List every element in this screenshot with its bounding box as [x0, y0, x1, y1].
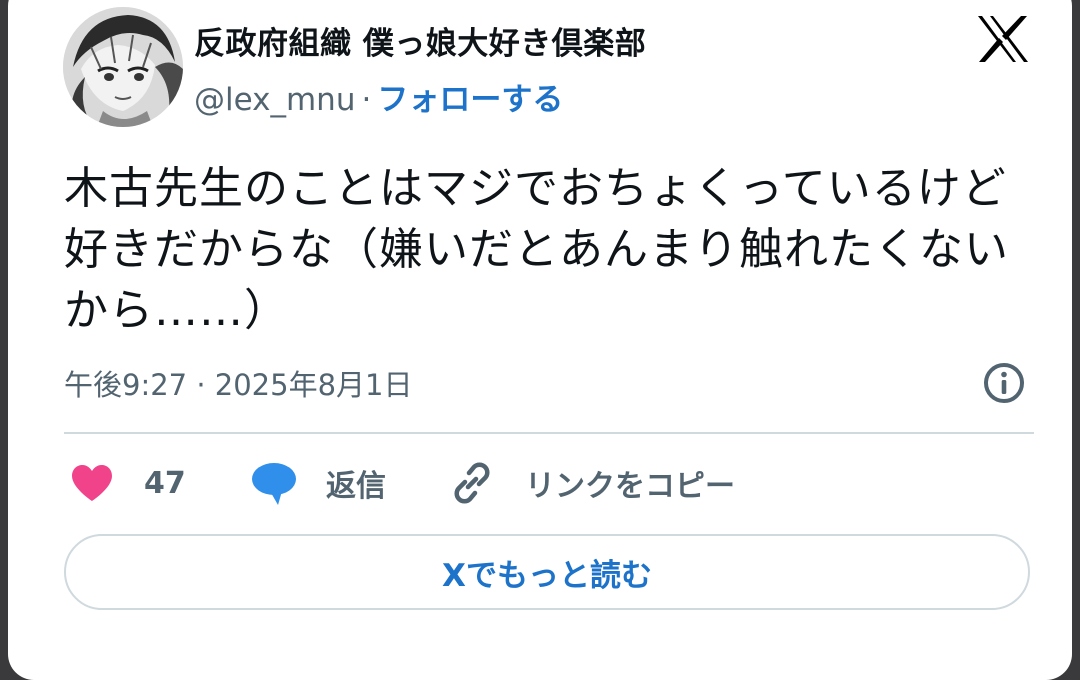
copy-link-button[interactable]: リンクをコピー — [449, 458, 735, 508]
read-more-button[interactable]: Xでもっと読む — [64, 534, 1030, 610]
avatar-image — [63, 7, 183, 127]
tweet-date: 2025年8月1日 — [214, 368, 413, 402]
avatar[interactable] — [63, 7, 183, 127]
divider — [64, 432, 1034, 434]
meta-separator: · — [196, 368, 206, 402]
x-logo-icon[interactable] — [976, 14, 1030, 64]
tweet-text: 木古先生のことはマジでおちょくっているけど好きだからな（嫌いだとあんまり触れたく… — [64, 163, 1009, 336]
like-count: 47 — [144, 465, 186, 501]
display-name[interactable]: 反政府組織 僕っ娘大好き倶楽部 — [194, 18, 646, 63]
separator: · — [361, 82, 372, 118]
info-icon[interactable] — [982, 361, 1026, 405]
link-icon — [454, 462, 490, 504]
heart-icon — [72, 465, 112, 501]
reply-label: 返信 — [326, 469, 386, 504]
like-button[interactable]: 47 — [70, 458, 186, 508]
reply-button[interactable]: 返信 — [250, 458, 386, 508]
handle-row: @lex_mnu · フォローする — [194, 74, 563, 119]
tweet-card: 反政府組織 僕っ娘大好き倶楽部 @lex_mnu · フォローする 木古先生のことは… — [8, 0, 1072, 680]
copy-link-label: リンクをコピー — [525, 469, 735, 504]
tweet-timestamp[interactable]: 午後9:27 · 2025年8月1日 — [64, 362, 413, 404]
follow-link[interactable]: フォローする — [377, 82, 563, 118]
speech-bubble-icon — [252, 463, 296, 505]
tweet-time: 午後9:27 — [64, 368, 188, 402]
user-handle[interactable]: @lex_mnu — [194, 82, 355, 118]
